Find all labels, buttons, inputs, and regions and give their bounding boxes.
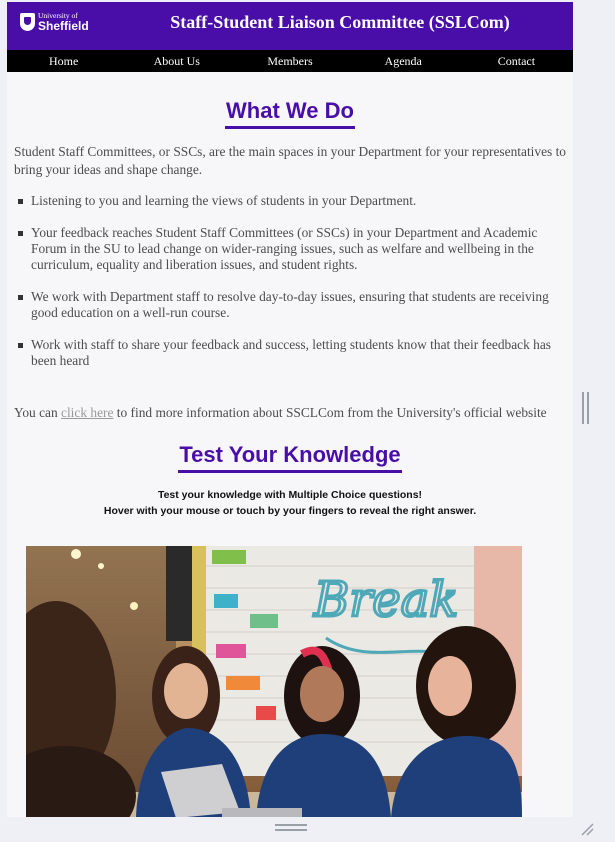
- nav-contact[interactable]: Contact: [460, 54, 573, 69]
- university-crest-icon: [20, 13, 35, 31]
- nav-home[interactable]: Home: [7, 54, 120, 69]
- header-banner: University of Sheffield Staff-Student Li…: [7, 2, 573, 50]
- test-knowledge-section: Test Your Knowledge: [7, 442, 573, 473]
- students-photo: Break: [26, 546, 522, 817]
- main-nav: Home About Us Members Agenda Contact: [7, 50, 573, 72]
- site-title: Staff-Student Liaison Committee (SSLCom): [170, 12, 510, 32]
- quiz-instruction-line-1: Test your knowledge with Multiple Choice…: [157, 489, 423, 501]
- bottom-drag-handle[interactable]: [275, 824, 307, 832]
- students-photo-illustration: Break: [26, 546, 522, 817]
- what-we-do-section: What We Do: [7, 98, 573, 129]
- list-item: Work with staff to share your feedback a…: [7, 337, 573, 369]
- university-logo[interactable]: University of Sheffield: [20, 11, 89, 33]
- quiz-instruction-line-2: Hover with your mouse or touch by your f…: [103, 505, 477, 517]
- what-we-do-heading: What We Do: [225, 98, 355, 129]
- list-item: Your feedback reaches Student Staff Comm…: [7, 225, 573, 273]
- more-info-paragraph: You can click here to find more informat…: [14, 403, 566, 422]
- page: University of Sheffield Staff-Student Li…: [7, 2, 573, 817]
- quiz-instructions: Test your knowledge with Multiple Choice…: [7, 487, 573, 519]
- resize-handle-icon[interactable]: [580, 822, 594, 836]
- nav-members[interactable]: Members: [233, 54, 346, 69]
- scrollbar-grip-icon[interactable]: [582, 392, 589, 424]
- more-info-suffix: to find more information about SSCLCom f…: [113, 405, 547, 420]
- test-knowledge-heading: Test Your Knowledge: [178, 442, 402, 473]
- more-info-prefix: You can: [14, 405, 61, 420]
- role-list: Listening to you and learning the views …: [7, 193, 573, 369]
- intro-paragraph: Student Staff Committees, or SSCs, are t…: [14, 144, 566, 177]
- click-here-link[interactable]: click here: [61, 405, 113, 420]
- nav-agenda[interactable]: Agenda: [347, 54, 460, 69]
- graffiti-text: Break: [313, 572, 458, 628]
- logo-big-text: Sheffield: [38, 18, 89, 33]
- list-item: Listening to you and learning the views …: [7, 193, 573, 209]
- list-item: We work with Department staff to resolve…: [7, 289, 573, 321]
- nav-about-us[interactable]: About Us: [120, 54, 233, 69]
